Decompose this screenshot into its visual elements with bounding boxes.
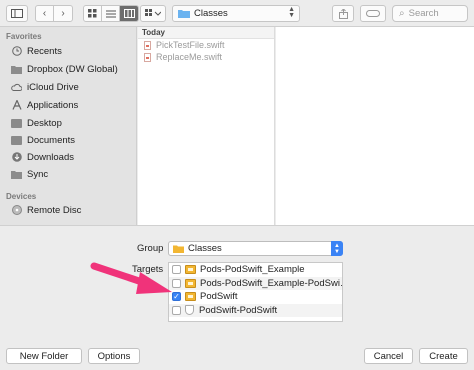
column-header: Today <box>138 27 274 39</box>
sidebar-item-label: Recents <box>27 45 62 57</box>
target-label: Pods-PodSwift_Example-PodSwi… <box>200 277 342 289</box>
file-row[interactable]: PickTestFile.swift <box>138 39 274 51</box>
sidebar-item-remote-disc[interactable]: Remote Disc <box>11 202 81 218</box>
create-button[interactable]: Create <box>419 348 468 364</box>
folder-icon <box>11 64 22 75</box>
cancel-button[interactable]: Cancel <box>364 348 413 364</box>
group-popup[interactable]: Classes ▲ ▼ <box>168 241 343 256</box>
chevron-right-icon: › <box>61 8 65 19</box>
arrange-button[interactable] <box>140 5 166 22</box>
sidebar-item-applications[interactable]: Applications <box>11 97 78 113</box>
sidebar-item-recents[interactable]: Recents <box>11 43 62 59</box>
group-popup-label: Classes <box>188 243 222 254</box>
disc-icon <box>11 205 22 216</box>
view-mode-switcher <box>83 5 139 22</box>
new-folder-button[interactable]: New Folder <box>6 348 82 364</box>
tag-icon <box>366 10 380 17</box>
forward-button[interactable]: › <box>54 6 72 21</box>
browser-column: Today PickTestFile.swift ReplaceMe.swift <box>138 27 275 225</box>
sidebar-icon <box>11 9 23 18</box>
back-button[interactable]: ‹ <box>36 6 54 21</box>
options-panel: Group Classes ▲ ▼ Targets Pods-PodSwift_E… <box>0 225 474 370</box>
group-label: Group <box>137 243 164 254</box>
sidebar-item-downloads[interactable]: Downloads <box>11 149 74 165</box>
history-navigation: ‹ › <box>35 5 73 22</box>
target-label: Pods-PodSwift_Example <box>200 264 305 276</box>
target-row: PodSwift-PodSwift <box>169 303 342 317</box>
target-app-icon <box>185 278 196 288</box>
share-button[interactable] <box>332 5 354 22</box>
sidebar-item-documents[interactable]: Documents <box>11 132 75 148</box>
sidebar-item-label: Documents <box>27 134 76 146</box>
folder-icon <box>173 245 184 253</box>
list-icon <box>105 10 116 17</box>
sidebar-item-label: Remote Disc <box>27 204 82 216</box>
target-row: Pods-PodSwift_Example-PodSwi… <box>169 276 342 290</box>
target-row: Pods-PodSwift_Example <box>169 263 342 277</box>
path-popup[interactable]: Classes ▲ ▼ <box>172 5 300 22</box>
sidebar-toggle-button[interactable] <box>6 5 28 22</box>
target-app-icon <box>185 265 196 275</box>
browser-column-empty <box>276 27 474 225</box>
search-placeholder: Search <box>408 8 439 19</box>
sidebar-item-label: Dropbox (DW Global) <box>27 63 118 75</box>
target-row: ✓ PodSwift <box>169 290 342 304</box>
devices-heading: Devices <box>6 192 37 201</box>
grid-icon <box>88 9 97 18</box>
swift-file-icon <box>144 52 151 62</box>
updown-chevron-icon: ▲ ▼ <box>331 241 343 256</box>
file-name: ReplaceMe.swift <box>156 52 223 62</box>
annotation-arrow-icon <box>90 262 172 294</box>
applications-icon <box>11 100 22 111</box>
sidebar-item-sync[interactable]: Sync <box>11 166 48 182</box>
arrange-icon <box>145 9 161 16</box>
target-app-icon <box>185 292 196 302</box>
swift-file-icon <box>144 40 151 50</box>
sidebar-item-label: Downloads <box>27 151 74 163</box>
list-view-button[interactable] <box>102 6 120 21</box>
desktop-icon <box>11 118 22 129</box>
sidebar-item-dropbox[interactable]: Dropbox (DW Global) <box>11 61 118 77</box>
options-button[interactable]: Options <box>88 348 140 364</box>
search-field[interactable]: ⌕ Search <box>392 5 468 22</box>
target-label: PodSwift <box>200 291 238 303</box>
chevron-left-icon: ‹ <box>42 8 47 19</box>
folder-icon <box>178 10 190 18</box>
clock-icon <box>11 46 22 57</box>
favorites-heading: Favorites <box>6 32 42 41</box>
documents-icon <box>11 135 22 146</box>
columns-icon <box>123 9 135 18</box>
target-label: PodSwift-PodSwift <box>199 304 278 316</box>
sidebar-item-label: Sync <box>27 168 49 180</box>
search-icon: ⌕ <box>399 8 405 19</box>
sidebar-item-label: iCloud Drive <box>27 81 79 93</box>
path-popup-label: Classes <box>194 8 228 19</box>
share-icon <box>338 8 348 19</box>
column-view-button[interactable] <box>120 6 138 21</box>
icon-view-button[interactable] <box>84 6 102 21</box>
tags-button[interactable] <box>360 5 386 22</box>
folder-icon <box>11 169 22 180</box>
shield-icon <box>185 305 194 316</box>
updown-chevron-icon: ▲ ▼ <box>288 6 295 19</box>
file-row[interactable]: ReplaceMe.swift <box>138 51 274 63</box>
sidebar-item-label: Applications <box>27 99 79 111</box>
toolbar: ‹ › Classes ▲ ▼ ⌕ Search <box>0 0 474 27</box>
sidebar-item-icloud-drive[interactable]: iCloud Drive <box>11 79 79 95</box>
sidebar-item-label: Desktop <box>27 117 62 129</box>
sidebar-item-desktop[interactable]: Desktop <box>11 115 62 131</box>
target-checkbox[interactable] <box>172 305 181 315</box>
file-name: PickTestFile.swift <box>156 40 225 50</box>
targets-list: Pods-PodSwift_Example Pods-PodSwift_Exam… <box>168 262 343 322</box>
sidebar: Favorites Recents Dropbox (DW Global) iC… <box>0 27 137 225</box>
cloud-icon <box>11 82 22 93</box>
downloads-icon <box>11 152 22 163</box>
